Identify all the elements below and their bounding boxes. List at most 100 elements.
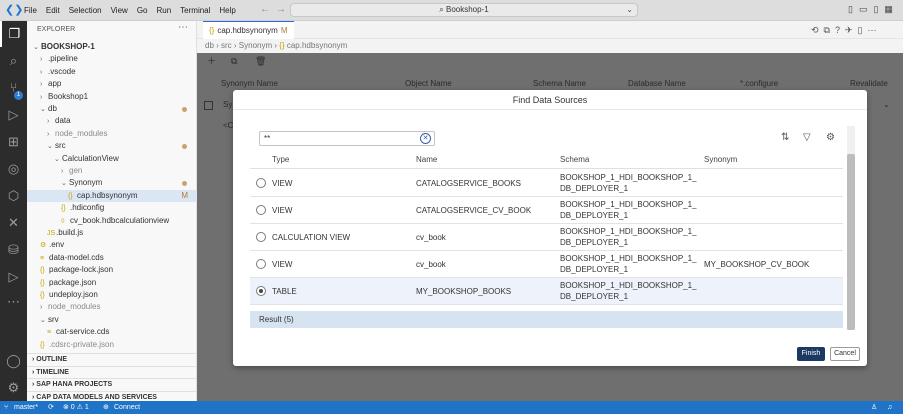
- tree-item[interactable]: › node_modules: [27, 128, 197, 140]
- extensions-icon[interactable]: ⊞: [0, 129, 27, 155]
- tree-item[interactable]: {} .hdiconfig: [27, 202, 197, 214]
- tree-item[interactable]: ⌄ CalculationView: [27, 153, 197, 165]
- tree-item[interactable]: ◊ cv_book.hdbcalculationview: [27, 215, 197, 227]
- menu-go[interactable]: Go: [137, 6, 148, 15]
- notifications-icon[interactable]: ♫: [887, 401, 892, 414]
- menu-help[interactable]: Help: [219, 6, 235, 15]
- result-row[interactable]: VIEW cv_book BOOKSHOP_1_HDI_BOOKSHOP_1_ DB_…: [250, 251, 843, 278]
- tree-item[interactable]: JS.build.js: [27, 227, 197, 239]
- scrollbar[interactable]: [847, 126, 855, 330]
- result-row[interactable]: CALCULATION VIEW cv_book BOOKSHOP_1_HDI_BO…: [250, 224, 843, 251]
- tree-item[interactable]: › gen: [27, 165, 197, 177]
- split-editor-icon[interactable]: ▯: [858, 25, 868, 35]
- more-actions-icon[interactable]: ⋯: [868, 25, 882, 35]
- tree-item[interactable]: {} undeploy.json: [27, 289, 197, 301]
- tree-item[interactable]: ⚙ .env: [27, 239, 197, 251]
- source-control-icon[interactable]: ⑂ 1: [0, 75, 27, 101]
- row-radio[interactable]: [256, 286, 266, 296]
- database-icon[interactable]: ⛁: [0, 237, 27, 263]
- tree-item[interactable]: {} .cdsrc-private.json: [27, 339, 197, 351]
- chevron-down-icon[interactable]: ⌄: [883, 100, 890, 109]
- branch-label[interactable]: master*: [14, 401, 38, 414]
- tree-item[interactable]: › .pipeline: [27, 53, 197, 65]
- trash-icon[interactable]: 🗑: [255, 53, 266, 69]
- explorer-icon[interactable]: ❐: [0, 21, 27, 47]
- row-radio[interactable]: [256, 259, 266, 269]
- hana-icon[interactable]: ◎: [0, 156, 27, 182]
- accounts-icon[interactable]: ♙: [871, 401, 877, 414]
- menu-file[interactable]: File: [24, 6, 37, 15]
- row-radio[interactable]: [256, 232, 266, 242]
- compare-icon[interactable]: ⧉: [824, 25, 835, 35]
- column-header-type[interactable]: Type: [272, 151, 289, 169]
- row-radio[interactable]: [256, 205, 266, 215]
- tools-icon[interactable]: ✕: [0, 210, 27, 236]
- account-icon[interactable]: ◯: [0, 348, 27, 374]
- result-row[interactable]: VIEW CATALOGSERVICE_BOOKS BOOKSHOP_1_HDI_B…: [250, 170, 843, 197]
- section-outline[interactable]: › OUTLINE: [27, 353, 197, 365]
- help-icon[interactable]: ?: [835, 25, 845, 35]
- tree-item[interactable]: ⌄ src: [27, 140, 197, 152]
- tree-item[interactable]: {} package-lock.json: [27, 264, 197, 276]
- grid-cell-synonym[interactable]: Sy: [223, 100, 232, 109]
- tree-item[interactable]: ⌄ db: [27, 103, 197, 115]
- result-row[interactable]: TABLE MY_BOOKSHOP_BOOKS BOOKSHOP_1_HDI_BOO…: [250, 278, 843, 305]
- chevron-down-icon[interactable]: ⌄: [626, 4, 633, 16]
- scrollbar-thumb[interactable]: [847, 154, 855, 330]
- connect-label[interactable]: Connect: [114, 401, 140, 414]
- column-header-schema[interactable]: Schema: [560, 151, 589, 169]
- breadcrumb-item[interactable]: cap.hdbsynonym: [287, 41, 347, 50]
- breadcrumb-item[interactable]: Synonym: [239, 41, 272, 50]
- more-icon[interactable]: ⋯: [0, 289, 27, 315]
- toggle-secondary-sidebar-icon[interactable]: ▯: [873, 4, 884, 14]
- tree-item[interactable]: ≡ data-model.cds: [27, 252, 197, 264]
- filter-icon[interactable]: ▽: [803, 132, 811, 143]
- breadcrumb-item[interactable]: db: [205, 41, 214, 50]
- gear-icon[interactable]: ⚙: [0, 375, 27, 401]
- pin-icon[interactable]: ✈: [845, 25, 858, 35]
- more-actions-icon[interactable]: ⋯: [178, 22, 188, 33]
- sort-icon[interactable]: ⇅: [781, 132, 789, 143]
- add-icon[interactable]: ＋: [207, 53, 216, 69]
- menu-selection[interactable]: Selection: [69, 6, 102, 15]
- problems-indicator[interactable]: ⊗ 0 ⚠ 1: [63, 401, 89, 414]
- menu-run[interactable]: Run: [156, 6, 171, 15]
- menu-terminal[interactable]: Terminal: [180, 6, 210, 15]
- row-checkbox[interactable]: [204, 101, 213, 110]
- search-icon[interactable]: ⌕: [0, 48, 27, 74]
- cube-icon[interactable]: ⬡: [0, 183, 27, 209]
- menu-edit[interactable]: Edit: [46, 6, 60, 15]
- settings-icon[interactable]: ⚙: [826, 132, 835, 143]
- tab-cap-hdbsynonym[interactable]: {} cap.hdbsynonym M: [203, 21, 294, 39]
- copy-icon[interactable]: ⧉: [231, 53, 237, 69]
- search-input[interactable]: **: [259, 131, 435, 146]
- toggle-sidebar-icon[interactable]: ▯: [848, 4, 859, 14]
- tree-item[interactable]: ⌄ BOOKSHOP-1: [27, 41, 197, 53]
- back-arrow-icon[interactable]: ←: [260, 4, 276, 15]
- tree-item[interactable]: › node_modules: [27, 301, 197, 313]
- command-center[interactable]: ⌕ Bookshop-1 ⌄: [290, 3, 638, 17]
- tree-item[interactable]: › .vscode: [27, 66, 197, 78]
- customize-layout-icon[interactable]: ▦: [884, 4, 899, 14]
- tree-item[interactable]: › Bookshop1: [27, 91, 197, 103]
- tree-item[interactable]: ≡ cat-service.cds: [27, 326, 197, 338]
- row-radio[interactable]: [256, 178, 266, 188]
- tree-item[interactable]: ⌄ Synonym: [27, 177, 197, 189]
- finish-button[interactable]: Finish: [797, 347, 825, 361]
- cancel-button[interactable]: Cancel: [830, 347, 860, 361]
- column-header-synonym[interactable]: Synonym: [704, 151, 737, 169]
- sync-icon[interactable]: ⟳: [48, 401, 54, 414]
- section-timeline[interactable]: › TIMELINE: [27, 365, 197, 378]
- history-icon[interactable]: ⟲: [811, 25, 824, 35]
- column-header-name[interactable]: Name: [416, 151, 437, 169]
- tree-item[interactable]: {} cap.hdbsynonym M: [27, 189, 197, 203]
- clear-search-icon[interactable]: ✕: [420, 133, 431, 144]
- run-icon[interactable]: ▷: [0, 264, 27, 290]
- run-debug-icon[interactable]: ▷: [0, 102, 27, 128]
- menu-view[interactable]: View: [111, 6, 128, 15]
- breadcrumb-item[interactable]: src: [221, 41, 232, 50]
- tree-item[interactable]: ⌄ srv: [27, 314, 197, 326]
- result-row[interactable]: VIEW CATALOGSERVICE_CV_BOOK BOOKSHOP_1_HDI…: [250, 197, 843, 224]
- section-sap-hana-projects[interactable]: › SAP HANA PROJECTS: [27, 378, 197, 390]
- toggle-panel-icon[interactable]: ▭: [859, 4, 874, 14]
